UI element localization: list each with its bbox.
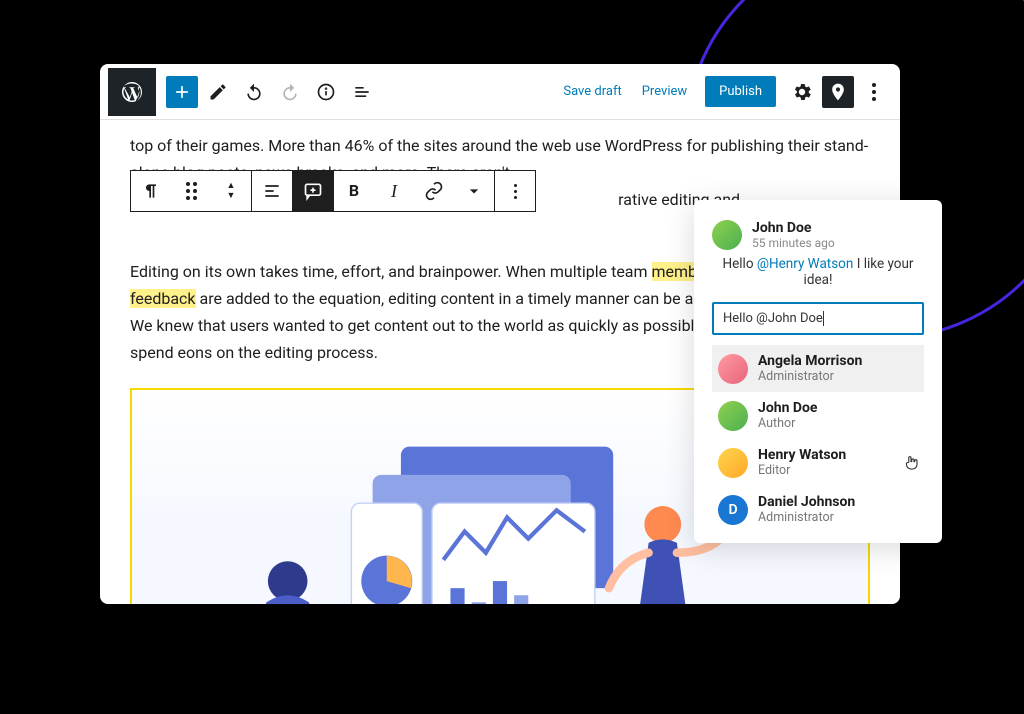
paragraph-text: Editing on its own takes time, effort, a… [130,262,652,281]
link-icon [424,181,444,201]
comment-plus-icon [303,181,323,201]
comment-text: Hello @Henry Watson I like your idea! [712,256,924,288]
avatar [718,354,748,384]
preview-button[interactable]: Preview [632,84,697,99]
italic-button[interactable]: I [374,171,414,211]
wordpress-logo[interactable] [108,68,156,116]
undo-icon [244,82,264,102]
pilcrow-icon [141,181,161,201]
link-button[interactable] [414,171,454,211]
settings-button[interactable] [786,76,818,108]
kebab-icon [872,83,876,101]
gear-icon [791,81,813,103]
save-draft-button[interactable]: Save draft [553,84,631,99]
comment-author: John Doe [752,220,835,236]
reply-input[interactable]: Hello @John Doe​ [712,302,924,335]
mention-option[interactable]: Henry WatsonEditor [712,439,924,486]
comment-time: 55 minutes ago [752,236,835,250]
avatar [718,401,748,431]
info-icon [316,82,336,102]
info-button[interactable] [310,76,342,108]
more-formatting-button[interactable] [454,171,494,211]
move-block-button[interactable]: ▲▼ [211,171,251,211]
avatar [718,448,748,478]
mention-suggestions: Angela MorrisonAdministrator John DoeAut… [712,345,924,533]
up-down-icon: ▲▼ [227,182,236,201]
add-block-button[interactable] [166,76,198,108]
avatar: D [718,495,748,525]
block-options-button[interactable] [495,171,535,211]
pencil-icon [208,82,228,102]
wordpress-icon [120,80,144,104]
more-menu-button[interactable] [858,76,890,108]
pin-icon [828,82,848,102]
redo-icon [280,82,300,102]
undo-button[interactable] [238,76,270,108]
publish-button[interactable]: Publish [705,76,776,107]
edit-mode-button[interactable] [202,76,234,108]
drag-handle[interactable] [171,171,211,211]
paragraph-type-button[interactable] [131,171,171,211]
plus-icon [172,82,192,102]
cursor-icon [902,454,920,472]
list-icon [352,82,372,102]
mention-option[interactable]: D Daniel JohnsonAdministrator [712,486,924,533]
avatar [712,220,742,250]
bold-button[interactable]: B [334,171,374,211]
align-icon [262,181,282,201]
multicollab-button[interactable] [822,76,854,108]
comment-panel: John Doe 55 minutes ago Hello @Henry Wat… [694,200,942,543]
comment-header: John Doe 55 minutes ago [712,220,924,250]
outline-button[interactable] [346,76,378,108]
block-toolbar: ▲▼ B I [130,170,536,212]
drag-icon [186,182,197,200]
editor-topbar: Save draft Preview Publish [100,64,900,120]
redo-button[interactable] [274,76,306,108]
mention-option[interactable]: John DoeAuthor [712,392,924,439]
add-comment-button[interactable] [293,171,333,211]
mention-link[interactable]: @Henry Watson [757,256,853,272]
chevron-down-icon [464,181,484,201]
mention-option[interactable]: Angela MorrisonAdministrator [712,345,924,392]
align-button[interactable] [252,171,292,211]
